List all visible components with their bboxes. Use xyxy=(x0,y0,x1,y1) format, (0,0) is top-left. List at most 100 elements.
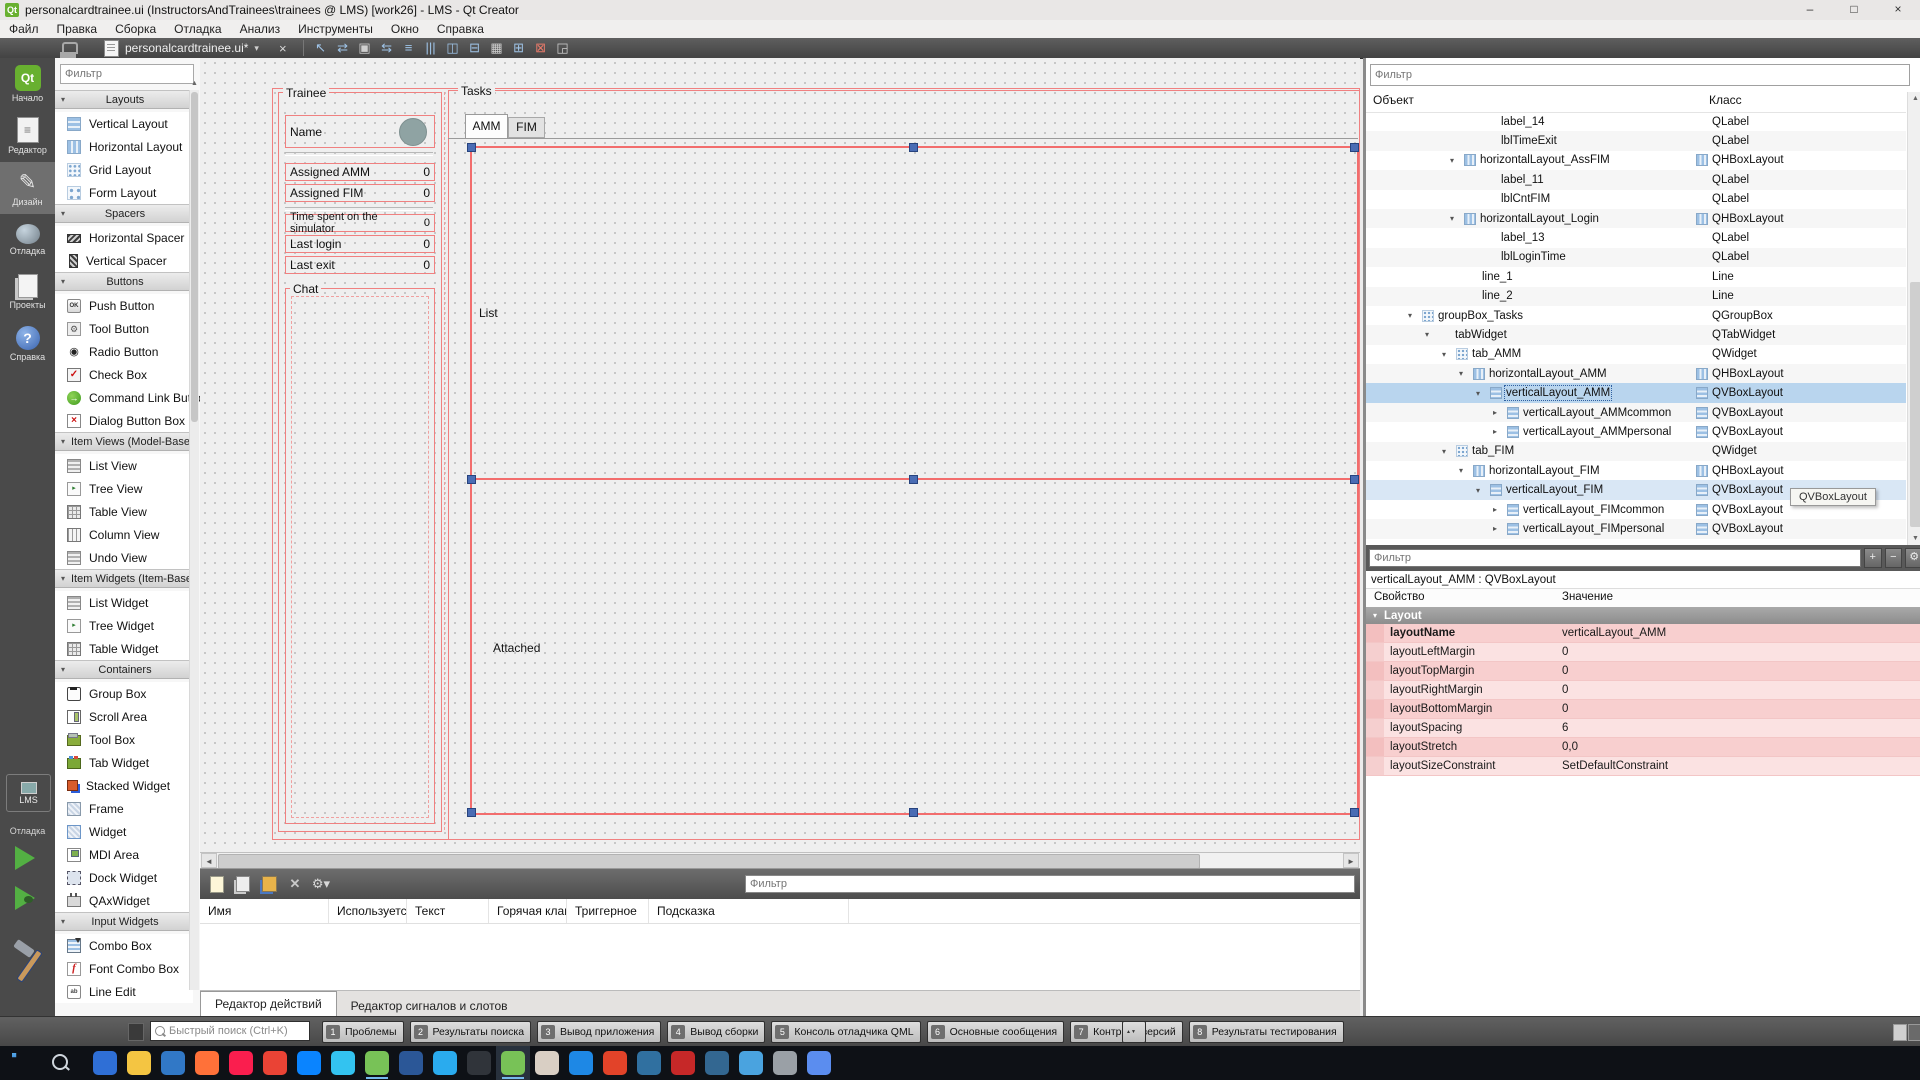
tree-chevron-icon[interactable]: ▾ xyxy=(1442,350,1456,359)
property-filter-input[interactable] xyxy=(1369,549,1861,567)
property-row[interactable]: layoutBottomMargin 0 xyxy=(1366,700,1920,719)
designer-tool-icon[interactable]: ▦ xyxy=(486,39,508,57)
tree-chevron-icon[interactable]: ▾ xyxy=(1476,486,1490,495)
menu-item[interactable]: Сборка xyxy=(106,20,165,38)
object-tree-row[interactable]: ▾ groupBox_Tasks QGroupBox xyxy=(1366,306,1906,325)
copy-action-icon[interactable] xyxy=(234,875,252,893)
tree-chevron-icon[interactable]: ▾ xyxy=(1450,214,1464,223)
property-value[interactable]: 0 xyxy=(1562,703,1568,715)
widget-box-item[interactable]: ⚙ Tool Button xyxy=(55,317,193,340)
taskbar-app-icon[interactable] xyxy=(734,1046,768,1080)
sidebar-toggle-icon[interactable] xyxy=(128,1023,144,1041)
widget-box-item[interactable]: ab Line Edit xyxy=(55,980,193,1003)
menu-item[interactable]: Инструменты xyxy=(289,20,382,38)
object-column-header[interactable]: Объект xyxy=(1373,93,1414,107)
property-value[interactable]: 0 xyxy=(1562,646,1568,658)
property-value[interactable]: verticalLayout_AMM xyxy=(1562,627,1666,639)
widget-box-item[interactable]: Horizontal Spacer xyxy=(55,226,193,249)
widget-box-section-header[interactable]: ▾ Buttons xyxy=(55,272,193,291)
tree-chevron-icon[interactable]: ▸ xyxy=(1493,524,1507,533)
property-row[interactable]: layoutSizeConstraint SetDefaultConstrain… xyxy=(1366,757,1920,776)
widget-box-item[interactable]: ▸ Tree View xyxy=(55,477,193,500)
property-value[interactable]: SetDefaultConstraint xyxy=(1562,760,1668,772)
panel-spinner-button[interactable]: ▲▼ xyxy=(1122,1021,1146,1043)
taskbar-app-icon[interactable] xyxy=(224,1046,258,1080)
object-tree-row[interactable]: line_2 Line xyxy=(1366,287,1906,306)
settings-wrench-icon[interactable]: ⚙▾ xyxy=(312,875,330,893)
taskbar-app-icon[interactable] xyxy=(666,1046,700,1080)
property-value[interactable]: 0 xyxy=(1562,665,1568,677)
menu-item[interactable]: Справка xyxy=(428,20,493,38)
designer-tool-icon[interactable]: ▣ xyxy=(354,39,376,57)
widget-box-section-header[interactable]: ▾ Item Widgets (Item-Based) xyxy=(55,569,193,588)
widget-box-item[interactable]: Form Layout xyxy=(55,181,193,204)
widget-box-item[interactable]: × Dialog Button Box xyxy=(55,409,193,432)
object-tree-row[interactable]: ▾ horizontalLayout_FIM QHBoxLayout xyxy=(1366,461,1906,480)
designer-tool-icon[interactable]: ⊞ xyxy=(508,39,530,57)
designer-tool-icon[interactable]: ◫ xyxy=(442,39,464,57)
action-column-header[interactable]: Триггерное xyxy=(567,899,649,923)
delete-action-icon[interactable]: ✕ xyxy=(286,875,304,893)
widget-box-item[interactable]: → Command Link Button xyxy=(55,386,193,409)
widget-box-item[interactable]: Tool Box xyxy=(55,728,193,751)
widget-box-item[interactable]: OK Push Button xyxy=(55,294,193,317)
object-tree-row[interactable]: label_11 QLabel xyxy=(1366,170,1906,189)
object-tree-scrollbar[interactable]: ▲ ▼ xyxy=(1907,92,1920,545)
taskbar-app-icon[interactable] xyxy=(292,1046,326,1080)
selection-handle[interactable] xyxy=(909,808,918,817)
mode-button[interactable]: Проекты xyxy=(0,266,55,318)
selection-handle[interactable] xyxy=(467,143,476,152)
tree-chevron-icon[interactable]: ▾ xyxy=(1459,466,1473,475)
action-column-header[interactable]: Текст xyxy=(407,899,489,923)
property-row[interactable]: layoutStretch 0,0 xyxy=(1366,738,1920,757)
property-row[interactable]: layoutSpacing 6 xyxy=(1366,719,1920,738)
tree-chevron-icon[interactable]: ▾ xyxy=(1442,447,1456,456)
object-tree-row[interactable]: lblLoginTime QLabel xyxy=(1366,248,1906,267)
build-button[interactable] xyxy=(8,940,48,986)
mode-button[interactable]: ✎ Дизайн xyxy=(0,162,55,214)
add-property-button[interactable]: + xyxy=(1864,548,1882,568)
property-row[interactable]: layoutLeftMargin 0 xyxy=(1366,643,1920,662)
object-tree-row[interactable]: label_13 QLabel xyxy=(1366,228,1906,247)
progress-details-icon[interactable] xyxy=(1893,1024,1907,1041)
widget-box-item[interactable]: ◉ Radio Button xyxy=(55,340,193,363)
widget-box-section-header[interactable]: ▾ Containers xyxy=(55,660,193,679)
tree-chevron-icon[interactable]: ▸ xyxy=(1493,505,1507,514)
taskbar-app-icon[interactable] xyxy=(598,1046,632,1080)
scrollbar-thumb[interactable] xyxy=(191,92,198,422)
widget-box-item[interactable]: Stacked Widget xyxy=(55,774,193,797)
object-tree-row[interactable]: ▾ horizontalLayout_AssFIM QHBoxLayout xyxy=(1366,151,1906,170)
output-panel-button[interactable]: 5 Консоль отладчика QML xyxy=(771,1021,920,1043)
widget-box-item[interactable]: Horizontal Layout xyxy=(55,135,193,158)
property-row[interactable]: layoutRightMargin 0 xyxy=(1366,681,1920,700)
taskbar-app-icon[interactable] xyxy=(530,1046,564,1080)
scrollbar-thumb[interactable] xyxy=(218,854,1200,869)
action-column-header[interactable]: Используется xyxy=(329,899,407,923)
menu-item[interactable]: Правка xyxy=(48,20,107,38)
taskbar-search-icon[interactable] xyxy=(52,1054,68,1070)
widget-box-item[interactable]: Scroll Area xyxy=(55,705,193,728)
widget-box-item[interactable]: Frame xyxy=(55,797,193,820)
object-tree-row[interactable]: ▸ verticalLayout_FIMpersonal QVBoxLayout xyxy=(1366,519,1906,538)
bottom-editor-tab[interactable]: Редактор сигналов и слотов xyxy=(337,995,522,1017)
output-panel-button[interactable]: 3 Вывод приложения xyxy=(537,1021,661,1043)
scrollbar-thumb[interactable] xyxy=(1910,282,1920,527)
action-column-header[interactable]: Подсказка xyxy=(649,899,849,923)
property-column-header[interactable]: Свойство xyxy=(1374,591,1425,603)
selection-handle[interactable] xyxy=(467,808,476,817)
designer-tool-icon[interactable]: ⇆ xyxy=(376,39,398,57)
canvas-horizontal-scrollbar[interactable]: ◄ ► xyxy=(200,852,1360,869)
taskbar-app-icon[interactable] xyxy=(428,1046,462,1080)
taskbar-app-icon[interactable] xyxy=(326,1046,360,1080)
taskbar-app-icon[interactable] xyxy=(258,1046,292,1080)
taskbar-app-icon[interactable] xyxy=(88,1046,122,1080)
widget-box-item[interactable]: ✓ Check Box xyxy=(55,363,193,386)
object-tree-row[interactable]: ▾ horizontalLayout_Login QHBoxLayout xyxy=(1366,209,1906,228)
selection-handle[interactable] xyxy=(1350,143,1359,152)
quick-search-box[interactable]: Быстрый поиск (Ctrl+K) xyxy=(150,1021,310,1041)
tree-chevron-icon[interactable]: ▾ xyxy=(1459,369,1473,378)
taskbar-app-icon[interactable] xyxy=(768,1046,802,1080)
mode-button[interactable]: ? Справка xyxy=(0,318,55,370)
form-editor-canvas[interactable]: Trainee Name Assigned AMM 0 Assigned FIM… xyxy=(200,58,1360,852)
object-tree-row[interactable]: ▾ tab_AMM QWidget xyxy=(1366,345,1906,364)
